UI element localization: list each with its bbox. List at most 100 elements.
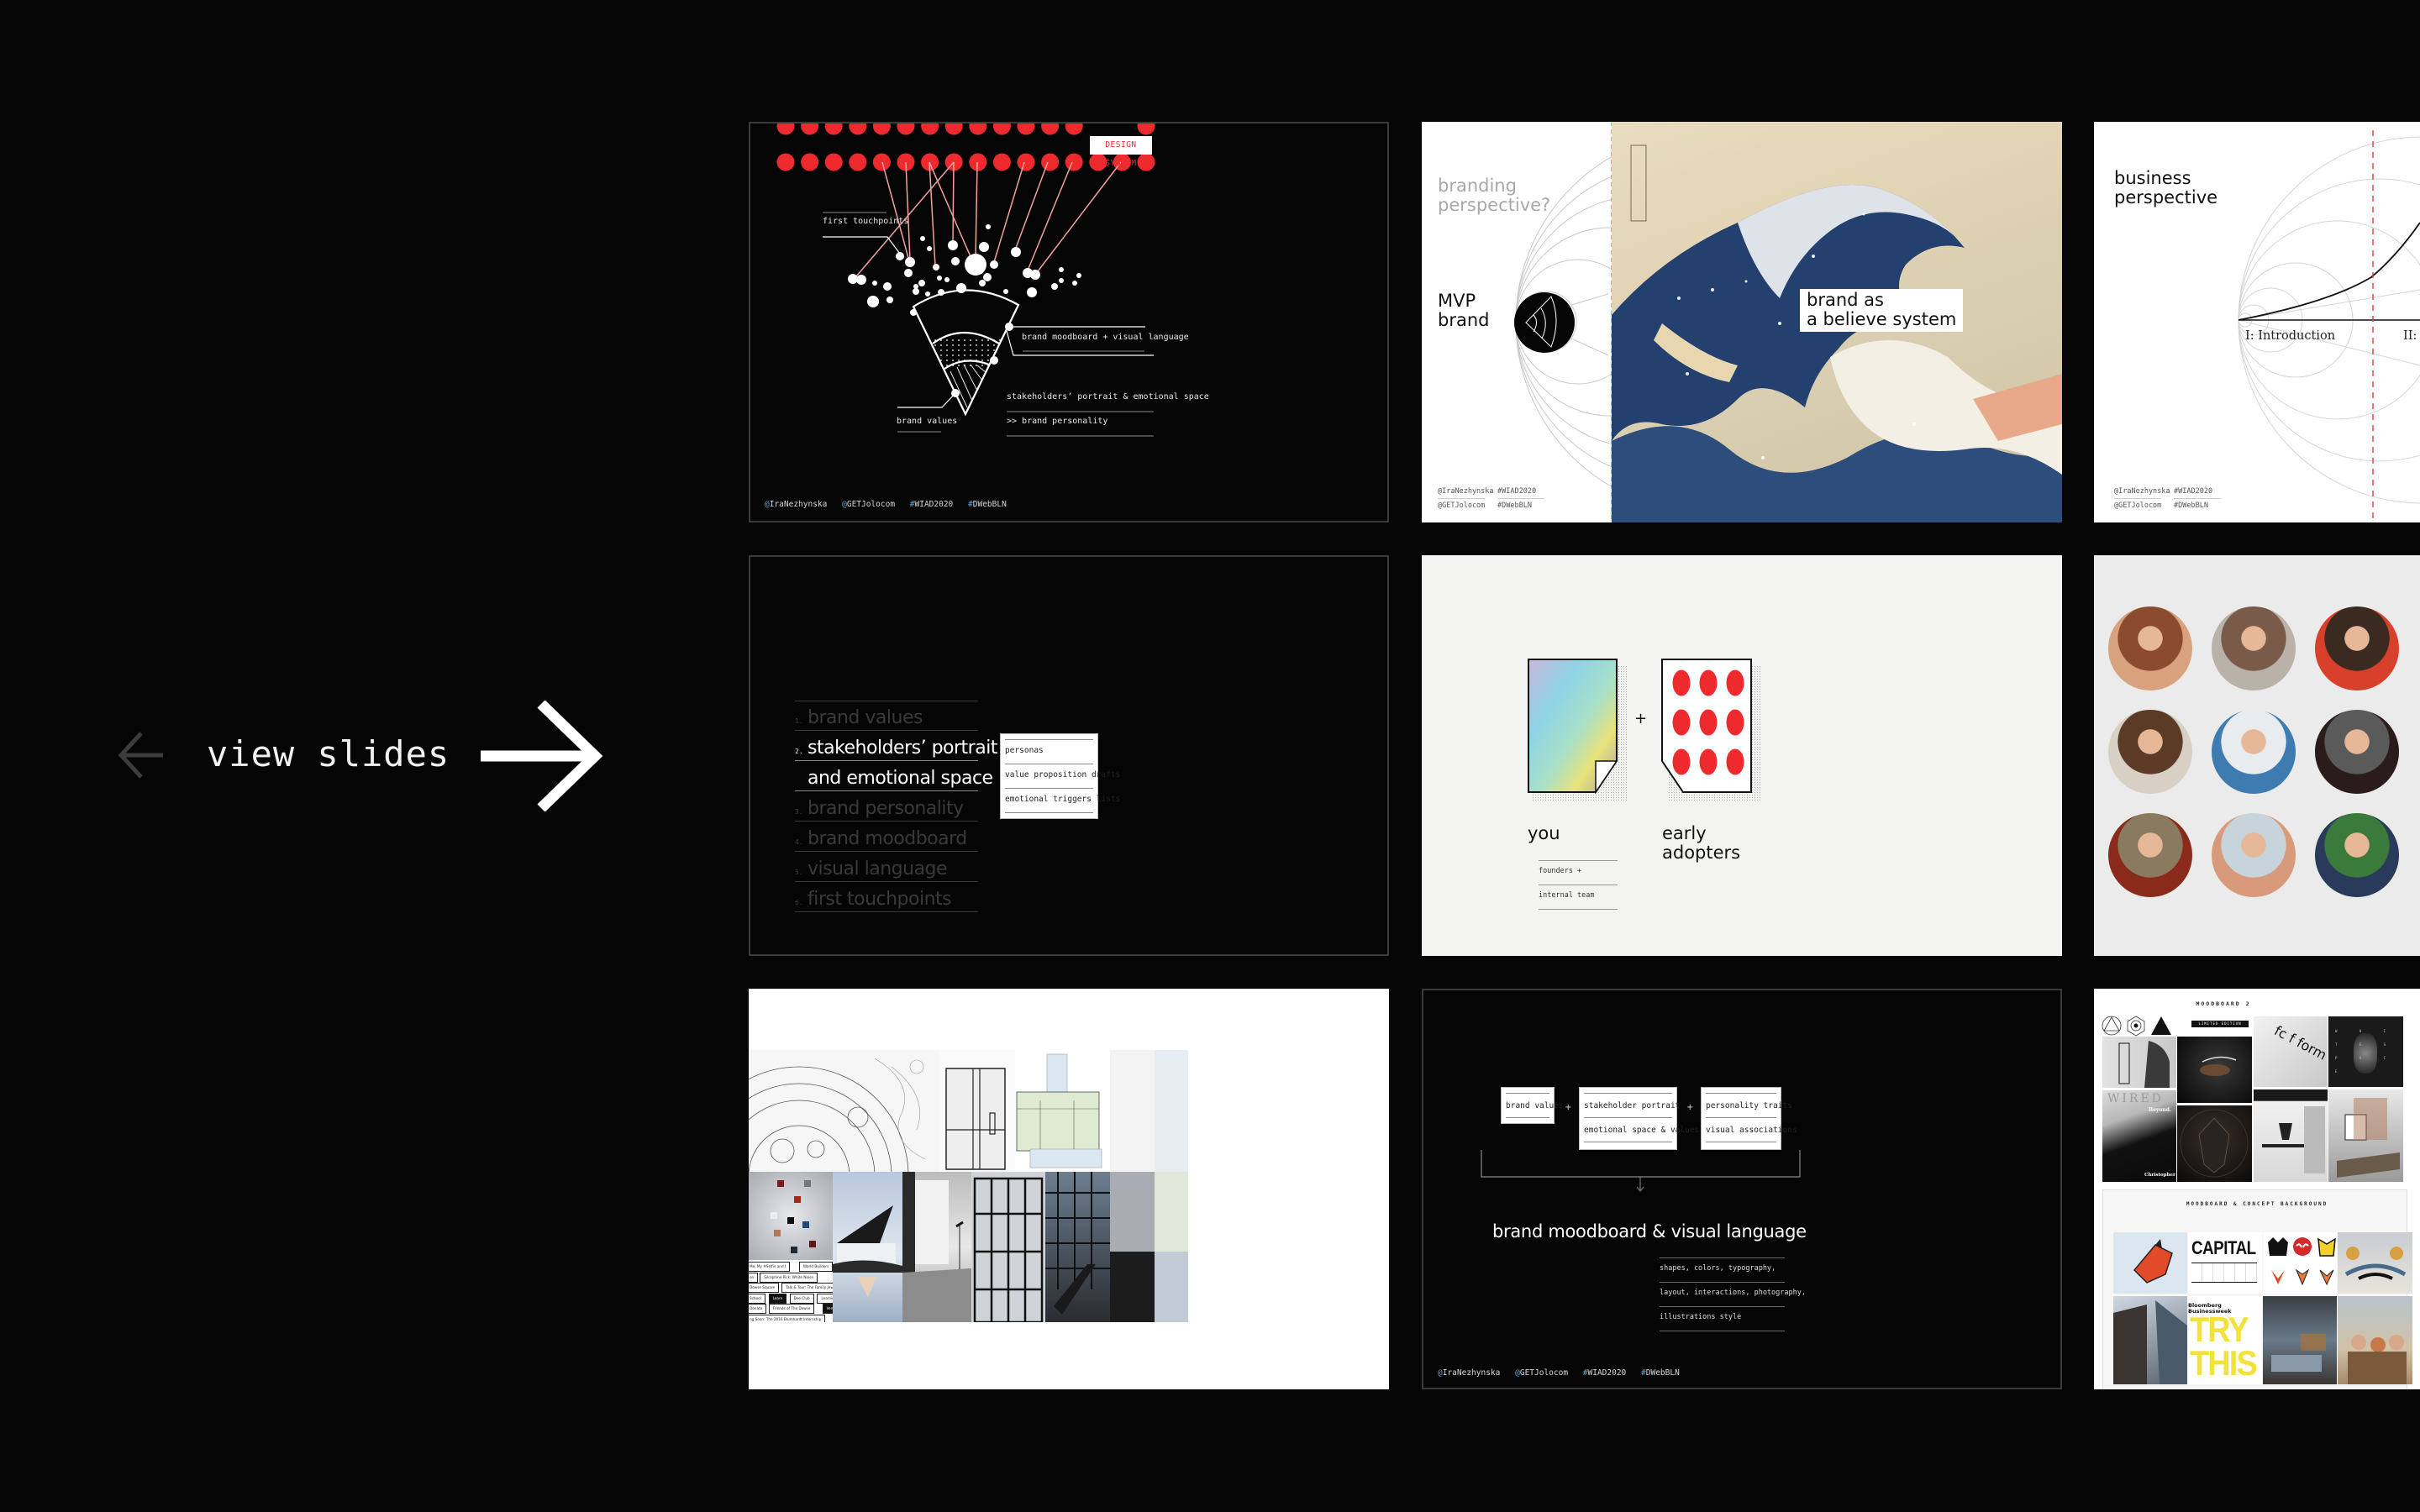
previous-slides-button[interactable] [116,729,166,781]
slide-architecture-moodboard[interactable]: Me, My #Selfie and I World Builders on Séra… [749,989,1389,1389]
process-list-item: and emotional space [795,761,993,791]
website-menu-image: Me, My #Selfie and I World Builders on Séra… [749,1260,833,1322]
swatch [1110,1172,1155,1252]
red-dot [1041,153,1060,171]
item-text: visual language [808,858,948,879]
bubble [990,260,998,269]
red-dot [1672,748,1691,775]
tag-jolocom[interactable]: @GETJolocom [842,500,895,509]
stage-introduction-label: I: Introduction [2245,329,2336,343]
process-list-item: 5. visual language [795,852,978,882]
wired-magazine-image: WIRED Beyond. Christopher [2102,1090,2176,1182]
slide-business-perspective[interactable]: business perspective I: Introduction II:… [2094,122,2420,522]
tag-wiad[interactable]: #WIAD2020 [910,500,954,509]
label-moodboard: brand moodboard + visual language [1022,333,1189,342]
black-panther-image [2177,1105,2252,1182]
item-number: 6. [795,899,803,906]
red-dot [1726,748,1744,775]
fox-pin-image [2113,1232,2187,1294]
stage-two-label: II: [2403,329,2417,343]
bubble [1059,278,1064,283]
menu-tag: Donate [749,1304,767,1314]
loft-lounge-image [2263,1296,2337,1384]
bubble [948,240,958,250]
mvp-brand-label: MVP brand [1438,291,1490,330]
tag-ira[interactable]: @IraNezhynska [1438,1368,1500,1378]
red-dot [849,123,867,135]
process-list: 1. brand values 2. stakeholders’ portrait an… [795,701,997,912]
persona-avatar-older-man [2212,813,2296,897]
tag-ira[interactable]: @IraNezhynska [765,500,827,509]
limited-edition-badge: LIMITED EDITION [2191,1021,2249,1027]
slide-moodboard-formula[interactable]: brand values + stakeholder portrait emot… [1422,989,2062,1389]
footer-tags-col2: #WIAD2020 #DWebBLN [2174,485,2221,512]
red-dot [1017,123,1035,135]
bridge-illustration-image [2338,1232,2412,1294]
red-dot [944,123,963,135]
persona-avatar-woman-dark-hair [2108,606,2192,690]
label-stakeholders: stakeholders’ portrait & emotional space [1007,392,1209,402]
item-text: brand personality [808,798,964,819]
red-dot [1137,153,1155,171]
item-text: first touchpoints [808,889,952,910]
red-dot [1699,669,1718,696]
slide-you-early-adopters[interactable]: + you founders + internal team early ado… [1422,555,2062,956]
menu-tag: ng Soon: The 2016 Blumhardt Internship [749,1314,826,1322]
detail-item: value proposition drafts [1005,770,1121,780]
bubble [913,288,919,295]
tag-dweb[interactable]: #DWebBLN [968,500,1007,509]
persona-avatar-man-tank-top [2315,813,2399,897]
you-label: you [1528,823,1560,843]
red-dot [872,123,891,135]
tag-dweb[interactable]: #DWebBLN [1641,1368,1680,1378]
bubble [956,283,966,293]
item-number: 3. [795,808,803,816]
slide-personas-grid[interactable] [2094,555,2420,956]
process-list-item: 6. first touchpoints [795,882,978,912]
view-slides-label: view slides [207,733,450,774]
red-dot [1041,123,1060,135]
red-dot [1137,123,1155,135]
red-dot [1699,748,1718,775]
bubble [886,297,893,303]
slide-design-system[interactable]: DESIGN SYSTEM first touchpoints brand mo… [749,122,1389,522]
detail-item: shapes, colors, typography, [1660,1264,1776,1273]
bubble [883,282,892,291]
process-list-item: 3. brand personality [795,791,978,822]
slide-process-list[interactable]: 1. brand values 2. stakeholders’ portrait an… [749,555,1389,956]
mvp-circle [1514,292,1575,353]
process-list-item: 1. brand values [795,701,978,731]
bubble [986,224,991,229]
arrow-left-icon [118,732,163,779]
loft-windows-image [1045,1172,1110,1322]
red-dot [824,123,843,135]
process-list-item: 4. brand moodboard [795,822,978,852]
form-text: fc f form [2271,1022,2328,1063]
arrow-right-icon [481,700,603,812]
bracket-arrow [1481,1150,1801,1192]
red-dot [1065,123,1083,135]
form-magazine-image: fc f form [2254,1016,2328,1087]
tag-wiad[interactable]: #WIAD2020 [1583,1368,1627,1378]
next-slides-button[interactable] [477,700,603,812]
interior-hallway-image [902,1172,971,1322]
swatch [1110,1050,1155,1172]
brand-as-believe-system-callout: brand as a believe system [1800,289,1964,332]
bubble [1072,281,1077,286]
footer-tags: @IraNezhynska @GETJolocom #WIAD2020 #DWe… [765,500,1017,509]
item-number: 2. [795,748,803,755]
bubble [983,273,992,281]
dark-product-image [2177,1037,2252,1103]
slide-branding-perspective[interactable]: branding perspective? MVP brand brand as… [1422,122,2062,522]
swatch [1155,1172,1188,1252]
red-dot [1726,709,1744,736]
bubble [933,264,939,270]
tag-jolocom[interactable]: @GETJolocom [1515,1368,1568,1378]
red-dot [1089,153,1107,171]
slide-moodboard-collage[interactable]: MOODBOARD 2 LIMITED EDITION fc f form W … [2094,989,2420,1389]
bubble [1030,270,1040,280]
design-system-badge: DESIGN SYSTEM [1090,136,1152,168]
moodboard-2-title: MOODBOARD 2 [2196,1000,2251,1007]
item-text: stakeholders’ portrait [808,738,997,759]
item-number: 4. [795,838,803,846]
